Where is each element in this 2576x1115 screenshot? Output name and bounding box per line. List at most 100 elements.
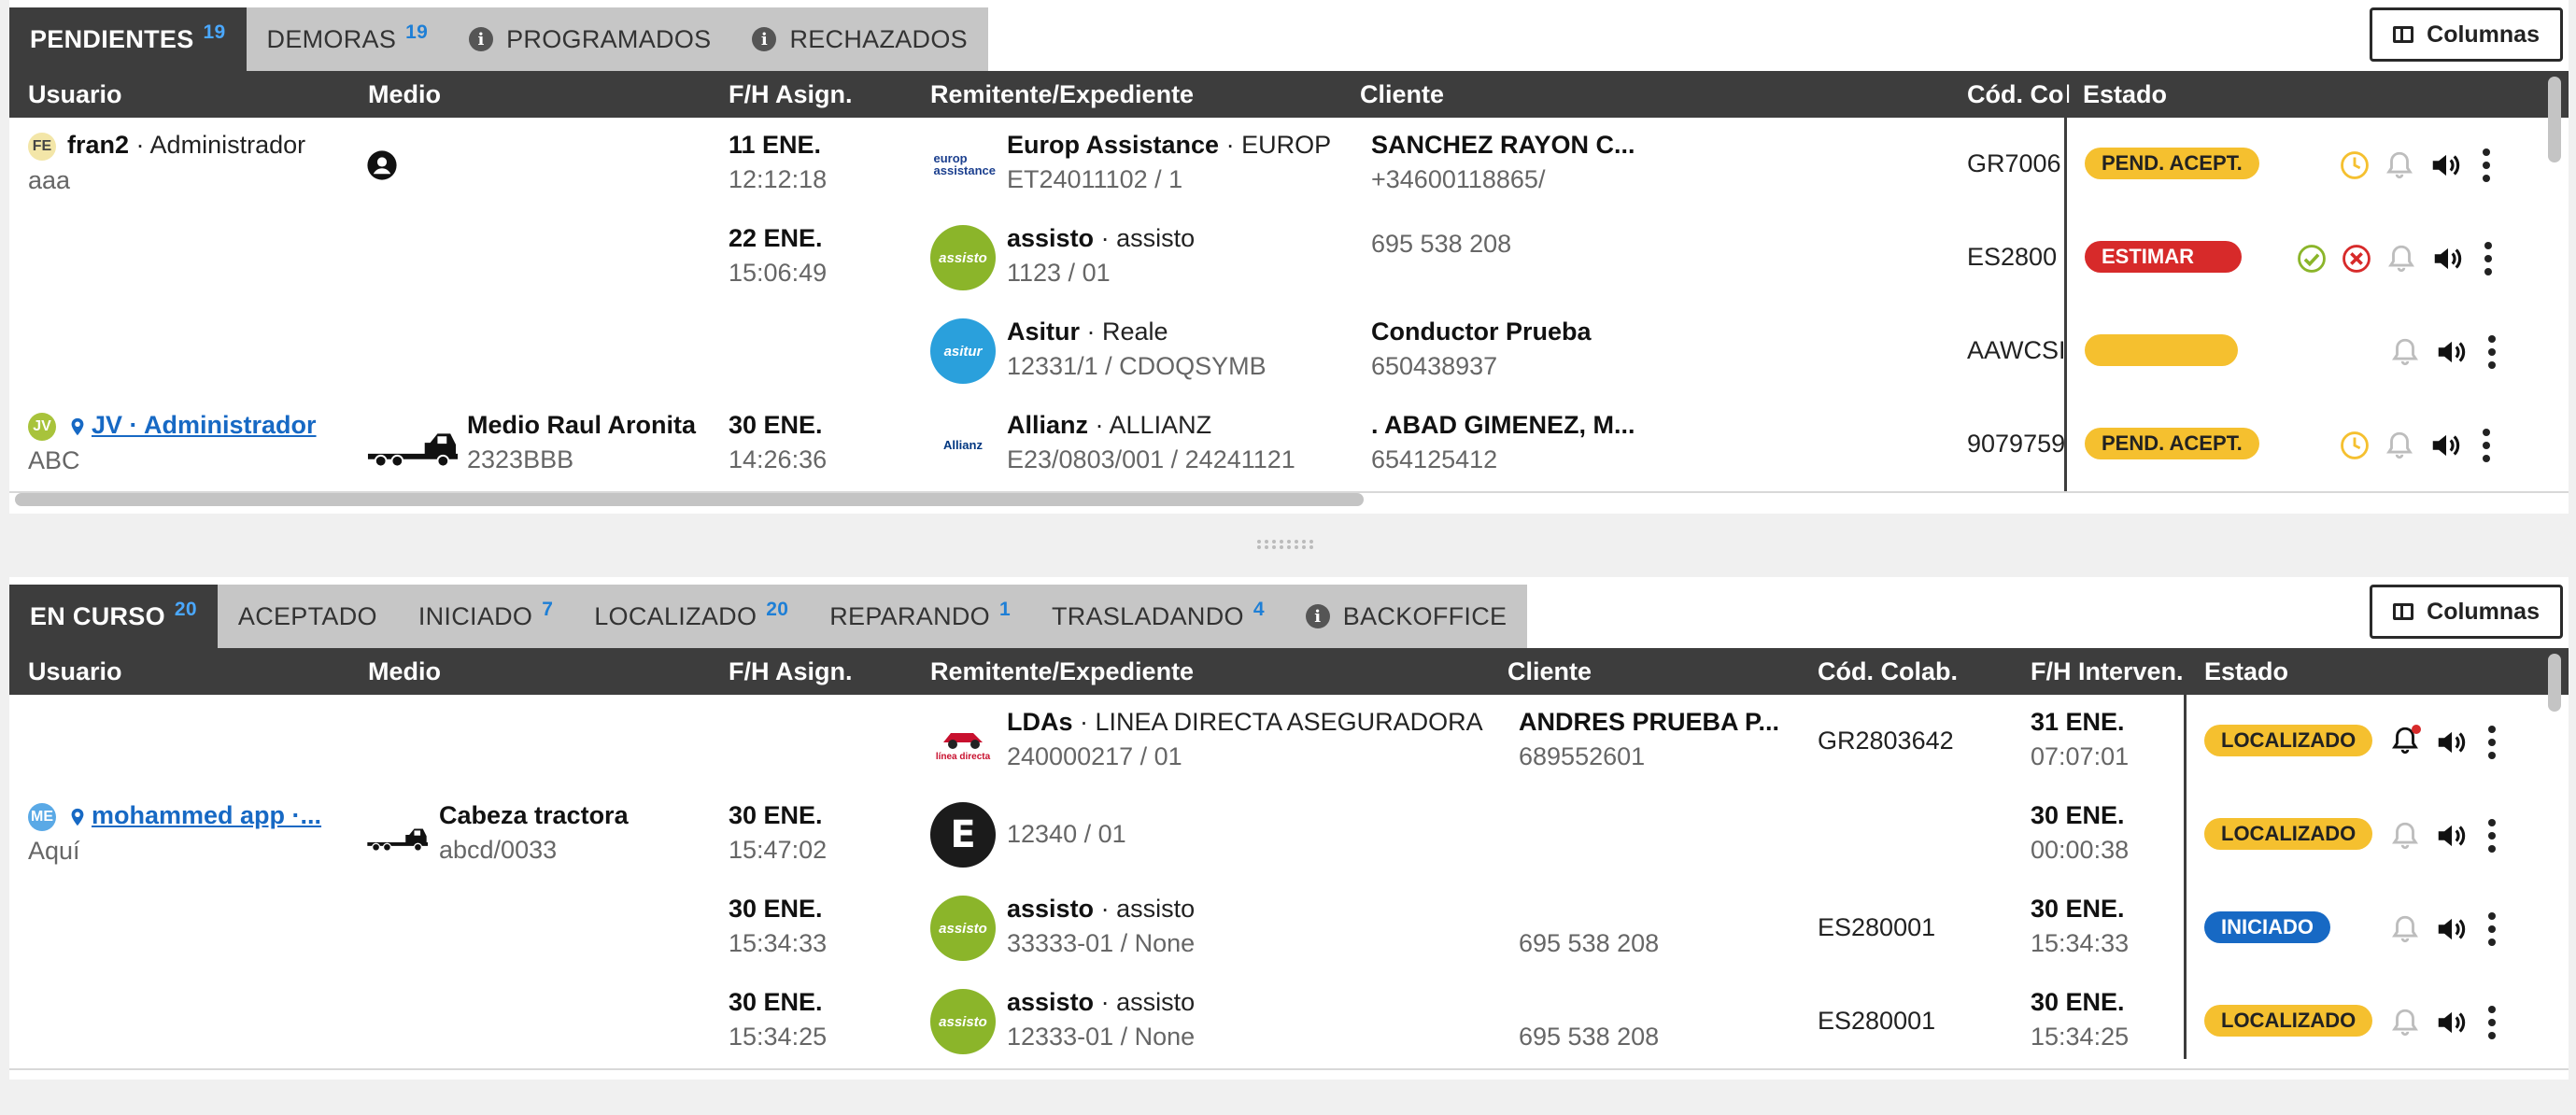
- tab-count: 19: [203, 21, 226, 43]
- asitur-logo: asitur: [930, 318, 996, 384]
- cancel-icon[interactable]: [2341, 243, 2372, 275]
- sender-name: Europ Assistance: [1007, 131, 1220, 159]
- clock-icon[interactable]: [2339, 430, 2371, 461]
- sender-name: Allianz: [1007, 411, 1089, 439]
- header-cod-colab[interactable]: Cód. Col: [1967, 80, 2071, 109]
- tab-pendientes[interactable]: PENDIENTES 19: [9, 7, 247, 71]
- vehicle-plate: 2323BBB: [467, 445, 574, 473]
- header-fh-interven[interactable]: F/H Interven.: [2031, 657, 2184, 686]
- client-phone: +34600118865/: [1371, 165, 1546, 193]
- client-phone: 654125412: [1371, 445, 1498, 473]
- kebab-icon[interactable]: [2488, 723, 2496, 762]
- table-row[interactable]: JV JV · Administrador ABC Medio Raul Aron…: [9, 398, 2569, 493]
- tab-demoras[interactable]: DEMORAS 19: [247, 7, 449, 71]
- assign-date: 22 ENE.: [729, 224, 823, 252]
- columns-button[interactable]: Columnas: [2370, 7, 2563, 62]
- speaker-icon[interactable]: [2434, 911, 2470, 947]
- vertical-scrollbar[interactable]: [2548, 77, 2561, 162]
- speaker-icon[interactable]: [2434, 1005, 2470, 1040]
- table-row[interactable]: FE fran2 · Administrador aaa 11 ENE. 12:12…: [9, 118, 2569, 213]
- client-phone: 650438937: [1371, 352, 1498, 380]
- info-icon: i: [752, 27, 777, 51]
- sender-logo: E: [930, 802, 996, 868]
- header-cod-colab[interactable]: Cód. Colab.: [1818, 657, 1958, 686]
- assign-date: 30 ENE.: [729, 411, 823, 439]
- tab-reparando[interactable]: REPARANDO 1: [809, 585, 1031, 648]
- speaker-icon[interactable]: [2434, 725, 2470, 760]
- user-icon: [366, 149, 398, 181]
- speaker-icon[interactable]: [2428, 428, 2464, 463]
- kebab-icon[interactable]: [2488, 910, 2496, 949]
- tab-backoffice[interactable]: i BACKOFFICE: [1285, 585, 1528, 648]
- user-link[interactable]: mohammed app ·...: [92, 801, 321, 829]
- check-icon[interactable]: [2296, 243, 2328, 275]
- table-row[interactable]: 22 ENE. 15:06:49 assisto assisto · assist…: [9, 211, 2569, 306]
- header-usuario[interactable]: Usuario: [28, 80, 122, 109]
- intervention-time: 07:07:01: [2031, 742, 2130, 770]
- user-subtext: aaa: [28, 165, 71, 194]
- bell-icon[interactable]: [2389, 724, 2421, 761]
- header-medio[interactable]: Medio: [368, 657, 441, 686]
- tab-rechazados[interactable]: i RECHAZADOS: [731, 7, 988, 71]
- horizontal-scrollbar[interactable]: [15, 493, 1364, 506]
- bell-icon[interactable]: [2389, 820, 2421, 852]
- user-subtext: ABC: [28, 445, 80, 474]
- user-link[interactable]: JV · Administrador: [92, 411, 317, 439]
- kebab-icon[interactable]: [2483, 426, 2490, 465]
- tab-iniciado[interactable]: INICIADO 7: [398, 585, 573, 648]
- europ-assistance-logo: europ assistance: [930, 132, 996, 197]
- header-fh-asign[interactable]: F/H Asign.: [729, 657, 853, 686]
- header-remitente[interactable]: Remitente/Expediente: [930, 657, 1194, 686]
- tab-aceptado[interactable]: ACEPTADO: [218, 585, 398, 648]
- colab-code: ES280001: [1818, 913, 1936, 941]
- status-badge: LOCALIZADO: [2204, 1005, 2373, 1037]
- assign-date: 30 ENE.: [729, 988, 823, 1016]
- tab-localizado[interactable]: LOCALIZADO 20: [573, 585, 809, 648]
- table-row[interactable]: asitur Asitur · Reale 12331/1 / CDOQSYMB …: [9, 304, 2569, 400]
- clock-icon[interactable]: [2339, 149, 2371, 181]
- tab-programados[interactable]: i PROGRAMADOS: [448, 7, 731, 71]
- kebab-icon[interactable]: [2488, 816, 2496, 855]
- speaker-icon[interactable]: [2428, 148, 2464, 183]
- tab-en-curso[interactable]: EN CURSO 20: [9, 585, 218, 648]
- header-usuario[interactable]: Usuario: [28, 657, 122, 686]
- user-subtext: Aquí: [28, 836, 80, 865]
- assign-date: 30 ENE.: [729, 801, 823, 829]
- client-phone: 695 538 208: [1519, 929, 1660, 957]
- bell-icon[interactable]: [2384, 149, 2415, 181]
- header-estado[interactable]: Estado: [2204, 657, 2288, 686]
- kebab-icon[interactable]: [2488, 1003, 2496, 1042]
- bell-icon[interactable]: [2384, 430, 2415, 461]
- status-badge: INICIADO: [2204, 911, 2330, 943]
- speaker-icon[interactable]: [2434, 334, 2470, 370]
- sender-tag: · LINEA DIRECTA ASEGURADORA: [1080, 708, 1483, 736]
- kebab-icon[interactable]: [2484, 239, 2492, 278]
- bell-icon[interactable]: [2389, 1007, 2421, 1038]
- bell-icon[interactable]: [2385, 243, 2417, 275]
- sender-name: assisto: [1007, 988, 1095, 1016]
- speaker-icon[interactable]: [2430, 241, 2466, 276]
- header-remitente[interactable]: Remitente/Expediente: [930, 80, 1194, 109]
- in-progress-tabbar: EN CURSO 20 ACEPTADO INICIADO 7 LOCALIZADO…: [9, 585, 1528, 648]
- header-cliente[interactable]: Cliente: [1507, 657, 1592, 686]
- bell-icon[interactable]: [2389, 336, 2421, 368]
- columns-button[interactable]: Columnas: [2370, 585, 2563, 639]
- header-cliente[interactable]: Cliente: [1360, 80, 1444, 109]
- truck-icon: [366, 430, 458, 467]
- vehicle-name: Cabeza tractora: [439, 801, 629, 829]
- tab-trasladando[interactable]: TRASLADANDO 4: [1031, 585, 1285, 648]
- kebab-icon[interactable]: [2483, 146, 2490, 185]
- header-estado[interactable]: Estado: [2083, 80, 2167, 109]
- resize-handle[interactable]: [1255, 538, 1319, 551]
- colab-code: AAWCSI: [1967, 336, 2066, 364]
- bell-icon[interactable]: [2389, 913, 2421, 945]
- header-medio[interactable]: Medio: [368, 80, 441, 109]
- info-icon: i: [1305, 604, 1330, 628]
- colab-code: GR7006: [1967, 149, 2061, 177]
- speaker-icon[interactable]: [2434, 818, 2470, 854]
- vertical-scrollbar[interactable]: [2548, 654, 2561, 712]
- client-name: ANDRES PRUEBA P...: [1519, 708, 1780, 736]
- kebab-icon[interactable]: [2488, 332, 2496, 372]
- tab-count: 20: [766, 599, 789, 620]
- header-fh-asign[interactable]: F/H Asign.: [729, 80, 853, 109]
